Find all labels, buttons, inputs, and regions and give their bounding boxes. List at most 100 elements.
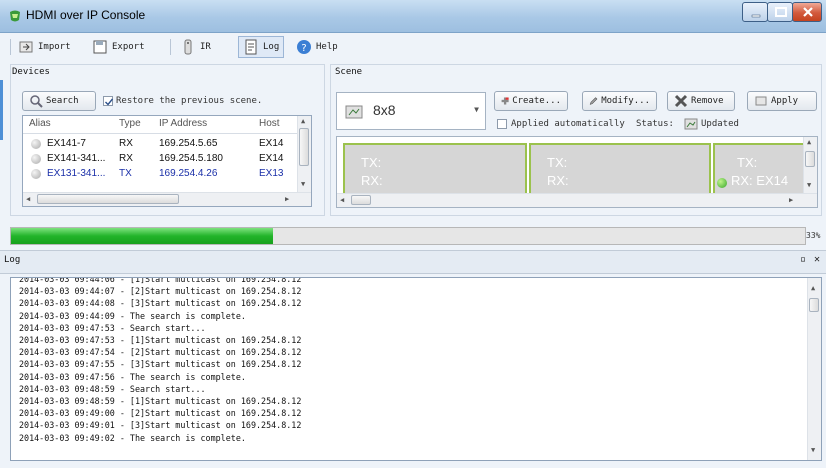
log-panel-header: Log ▫ ✕ [0, 250, 826, 274]
column-host[interactable]: Host [259, 118, 280, 129]
scrollbar-thumb[interactable] [37, 194, 179, 204]
scene-icon [345, 105, 363, 119]
column-alias[interactable]: Alias [29, 118, 51, 129]
modify-button[interactable]: Modify... [582, 91, 657, 111]
log-line: 2014-03-03 09:44:06 - [1]Start multicast… [19, 277, 302, 284]
log-line: 2014-03-03 09:47:53 - Search start... [19, 322, 206, 333]
scene-horizontal-scrollbar[interactable]: ◀ ▶ [337, 193, 817, 207]
applied-automatically-checkbox[interactable] [497, 119, 507, 129]
minimize-button[interactable] [742, 2, 768, 22]
log-vertical-scrollbar[interactable]: ▲ ▼ [807, 278, 821, 460]
log-output[interactable]: ▲ ▼ 2014-03-03 09:44:06 - [1]Start multi… [10, 277, 822, 461]
device-type: RX [119, 153, 133, 164]
progress-fill [11, 228, 273, 244]
export-button[interactable]: Export [92, 36, 145, 58]
create-label: Create... [512, 96, 561, 106]
modify-label: Modify... [601, 96, 650, 106]
device-type: TX [119, 168, 132, 179]
devices-title: Devices [12, 67, 50, 77]
scene-layout-area[interactable]: TX: RX: TX: RX: TX: RX: EX14 ▲ ▼ ◀ ▶ [336, 136, 818, 208]
scene-tile[interactable]: TX: RX: [529, 143, 711, 199]
create-button[interactable]: Create... [494, 91, 568, 111]
status-label: Status: [636, 119, 674, 129]
log-line: 2014-03-03 09:47:53 - [1]Start multicast… [19, 335, 302, 345]
apply-button[interactable]: Apply [747, 91, 817, 111]
search-label: Search [46, 96, 79, 106]
checkmark-icon [105, 98, 114, 106]
scrollbar-thumb[interactable] [299, 128, 309, 166]
scene-selected-value: 8x8 [373, 102, 396, 118]
log-line: 2014-03-03 09:44:08 - [3]Start multicast… [19, 298, 302, 309]
device-ip: 169.254.4.26 [159, 168, 218, 179]
scene-vertical-scrollbar[interactable]: ▲ ▼ [803, 137, 817, 193]
device-row[interactable]: EX141-7 RX 169.254.5.65 EX14 [23, 138, 299, 151]
devices-list-header: Alias Type IP Address Host [23, 116, 299, 134]
log-line: 2014-03-03 09:47:54 - [2]Start multicast… [19, 347, 302, 358]
log-line: 2014-03-03 09:49:00 - [2]Start multicast… [19, 408, 302, 419]
scroll-right-icon[interactable]: ▶ [285, 195, 289, 203]
toolbar-grip [10, 39, 11, 55]
maximize-button[interactable] [767, 2, 793, 22]
scroll-left-icon[interactable]: ◀ [340, 196, 344, 204]
device-row[interactable]: EX131-341... TX 169.254.4.26 EX13 [23, 168, 299, 181]
column-type[interactable]: Type [119, 118, 141, 129]
tile-tx-label: TX: [547, 155, 568, 170]
device-alias: EX131-341... [47, 168, 106, 179]
scroll-up-icon[interactable]: ▲ [301, 117, 305, 125]
close-button[interactable] [792, 2, 822, 22]
log-label: Log [263, 42, 280, 52]
scroll-down-icon[interactable]: ▼ [301, 180, 305, 188]
scroll-down-icon[interactable]: ▼ [811, 446, 815, 454]
scene-select[interactable]: 8x8 ▼ [336, 92, 486, 130]
device-ip: 169.254.5.65 [159, 138, 218, 149]
devices-horizontal-scrollbar[interactable]: ◀ ▶ [23, 192, 311, 206]
scene-tile[interactable]: TX: RX: EX14 [713, 143, 813, 199]
svg-text:?: ? [301, 43, 306, 54]
scroll-right-icon[interactable]: ▶ [789, 196, 793, 204]
device-host: EX14 [259, 138, 284, 149]
column-ip-address[interactable]: IP Address [159, 118, 207, 129]
tile-rx-label: RX: [547, 173, 569, 188]
ir-button[interactable]: IR [180, 36, 211, 58]
window-title: HDMI over IP Console [26, 8, 146, 22]
scroll-down-icon[interactable]: ▼ [807, 181, 811, 189]
status-updated-icon [684, 118, 698, 130]
scrollbar-thumb[interactable] [351, 195, 371, 205]
tile-tx-label: TX: [361, 155, 382, 170]
restore-panel-icon[interactable]: ▫ [800, 254, 806, 265]
scroll-left-icon[interactable]: ◀ [26, 195, 30, 203]
remove-button[interactable]: Remove [667, 91, 735, 111]
tile-tx-label: TX: [737, 155, 758, 170]
devices-vertical-scrollbar[interactable]: ▲ ▼ [297, 116, 311, 192]
log-line: 2014-03-03 09:44:09 - The search is comp… [19, 310, 246, 321]
device-host: EX13 [259, 168, 284, 179]
toolbar: Import Export IR Log ? Help [10, 34, 822, 60]
device-alias: EX141-7 [47, 138, 86, 149]
pencil-icon [589, 97, 598, 105]
device-type: RX [119, 138, 133, 149]
progress-percent: 33% [806, 231, 821, 240]
maximize-icon [775, 7, 787, 17]
devices-list[interactable]: Alias Type IP Address Host EX141-7 RX 16… [22, 115, 312, 207]
device-row[interactable]: EX141-341... RX 169.254.5.180 EX14 [23, 153, 299, 166]
scene-tile[interactable]: TX: RX: [343, 143, 527, 199]
search-button[interactable]: Search [22, 91, 96, 111]
tile-rx-label: RX: [361, 173, 383, 188]
window-edge-accent [0, 80, 3, 140]
help-button[interactable]: ? Help [296, 36, 338, 58]
rx-online-icon [717, 178, 727, 188]
device-host: EX14 [259, 153, 284, 164]
scroll-up-icon[interactable]: ▲ [807, 138, 811, 146]
scrollbar-thumb[interactable] [809, 298, 819, 312]
title-bar[interactable]: HDMI over IP Console [0, 0, 826, 33]
restore-scene-label: Restore the previous scene. [116, 96, 263, 106]
scroll-up-icon[interactable]: ▲ [811, 284, 815, 292]
restore-scene-checkbox[interactable] [103, 96, 114, 106]
log-button[interactable]: Log [238, 36, 285, 58]
import-button[interactable]: Import [18, 36, 71, 58]
import-label: Import [38, 42, 71, 52]
apply-icon [755, 96, 767, 106]
scrollbar-thumb[interactable] [805, 151, 815, 167]
remove-label: Remove [691, 96, 724, 106]
close-panel-icon[interactable]: ✕ [814, 254, 820, 265]
